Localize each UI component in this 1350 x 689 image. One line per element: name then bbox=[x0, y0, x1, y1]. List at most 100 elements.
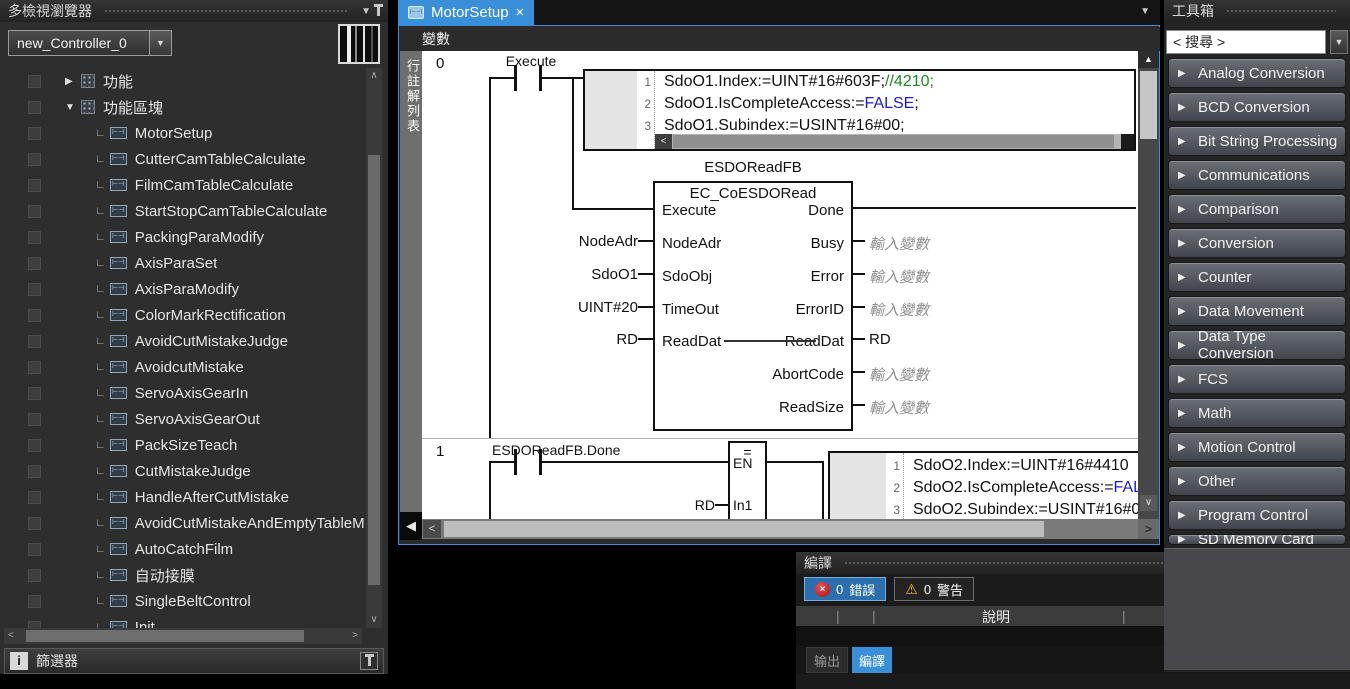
ladder-canvas[interactable]: 0 Execute 1 2 3 SdoO1.Index:=UINT#16#603… bbox=[422, 51, 1138, 519]
errors-filter-button[interactable]: × 0 錯誤 bbox=[804, 577, 886, 601]
tree-item-group[interactable]: ▼功能區塊 bbox=[0, 94, 364, 120]
tree-checkbox[interactable] bbox=[28, 335, 41, 348]
eq-in1-operand[interactable]: RD bbox=[642, 497, 715, 513]
tree-checkbox[interactable] bbox=[28, 595, 41, 608]
scrollbar-thumb[interactable] bbox=[1140, 71, 1157, 139]
tree-checkbox[interactable] bbox=[28, 205, 41, 218]
column-description[interactable]: 說明 bbox=[936, 607, 1056, 627]
tab-build[interactable]: 編譯 bbox=[852, 647, 892, 673]
fb-output-operand[interactable]: RD bbox=[869, 331, 891, 348]
fb-output-operand-placeholder[interactable]: 輸入變數 bbox=[869, 397, 929, 418]
tree-item[interactable]: ∟⊢⊣ColorMarkRectification bbox=[0, 302, 364, 328]
tree-item[interactable]: ∟⊢⊣CutMistakeJudge bbox=[0, 458, 364, 484]
contact-symbol[interactable] bbox=[514, 449, 517, 475]
fb-instance-name[interactable]: ESDOReadFB bbox=[653, 159, 853, 176]
fb-output-operand-placeholder[interactable]: 輸入變數 bbox=[869, 266, 929, 287]
tab-close-icon[interactable]: × bbox=[516, 4, 525, 21]
toolbox-category-fcs[interactable]: ▶FCS bbox=[1168, 364, 1346, 394]
eq-function-block[interactable]: = EN In1 bbox=[728, 441, 767, 519]
fb-output-operand-placeholder[interactable]: 輸入變數 bbox=[869, 364, 929, 385]
toolbox-category-other[interactable]: ▶Other bbox=[1168, 466, 1346, 496]
tree-item[interactable]: ∟⊢⊣AvoidcutMistake bbox=[0, 354, 364, 380]
toolbox-category-conversion[interactable]: ▶Conversion bbox=[1168, 228, 1346, 258]
toolbox-search-dropdown-icon[interactable]: ▼ bbox=[1330, 30, 1348, 54]
tree-item[interactable]: ∟⊢⊣ServoAxisGearIn bbox=[0, 380, 364, 406]
tree-checkbox[interactable] bbox=[28, 309, 41, 322]
tree-item[interactable]: ∟⊢⊣自动接膜 bbox=[0, 562, 364, 588]
scrollbar-thumb[interactable] bbox=[26, 630, 304, 642]
tree-item[interactable]: ∟⊢⊣AutoCatchFilm bbox=[0, 536, 364, 562]
filter-bar[interactable]: i 篩選器 bbox=[4, 648, 384, 674]
tree-checkbox[interactable] bbox=[28, 413, 41, 426]
fb-output-pin[interactable]: Done bbox=[808, 202, 844, 219]
tree-item[interactable]: ∟⊢⊣SingleBeltControl bbox=[0, 588, 364, 614]
tree-item[interactable]: ∟⊢⊣CutterCamTableCalculate bbox=[0, 146, 364, 172]
toolbox-category-program-control[interactable]: ▶Program Control bbox=[1168, 500, 1346, 530]
st-horizontal-scrollbar[interactable]: < bbox=[655, 134, 1134, 149]
fb-output-pin[interactable]: ReadSize bbox=[779, 399, 844, 416]
tab-motorsetup[interactable]: ⊢⊣ MotorSetup × bbox=[398, 0, 534, 25]
toolbox-category-comparison[interactable]: ▶Comparison bbox=[1168, 194, 1346, 224]
fb-output-operand-placeholder[interactable]: 輸入變數 bbox=[869, 233, 929, 254]
eq-in1-pin[interactable]: In1 bbox=[733, 497, 752, 513]
tree-item[interactable]: ∟⊢⊣AxisParaModify bbox=[0, 276, 364, 302]
scroll-left-icon[interactable]: < bbox=[8, 628, 14, 644]
fb-output-pin[interactable]: ErrorID bbox=[796, 301, 844, 318]
toolbox-category-bcd-conversion[interactable]: ▶BCD Conversion bbox=[1168, 92, 1346, 122]
tree-checkbox[interactable] bbox=[28, 361, 41, 374]
scroll-right-icon[interactable]: > bbox=[1138, 519, 1159, 539]
tree-checkbox[interactable] bbox=[28, 491, 41, 504]
explorer-pin-icon[interactable] bbox=[377, 7, 380, 16]
rung-number[interactable]: 1 bbox=[436, 443, 444, 460]
toolbox-category-motion-control[interactable]: ▶Motion Control bbox=[1168, 432, 1346, 462]
contact-symbol[interactable] bbox=[514, 65, 517, 91]
tree-checkbox[interactable] bbox=[28, 465, 41, 478]
fb-output-pin[interactable]: Error bbox=[811, 268, 844, 285]
scroll-up-icon[interactable]: ▲ bbox=[1138, 51, 1159, 68]
tree-item[interactable]: ∟⊢⊣Init bbox=[0, 614, 364, 628]
tree-checkbox[interactable] bbox=[28, 387, 41, 400]
inline-st-box[interactable]: 1 2 3 SdoO1.Index:=UINT#16#603F;//4210; … bbox=[583, 69, 1136, 151]
scrollbar-thumb[interactable] bbox=[673, 135, 1114, 148]
scroll-left-icon[interactable]: < bbox=[655, 134, 672, 149]
fb-output-operand-placeholder[interactable]: 輸入變數 bbox=[869, 299, 929, 320]
tree-checkbox[interactable] bbox=[28, 179, 41, 192]
scrollbar-thumb[interactable] bbox=[444, 521, 1044, 537]
editor-horizontal-scrollbar[interactable]: < bbox=[422, 519, 1138, 539]
inline-st-box[interactable]: 1 2 3 SdoO2.Index:=UINT#16#4410 SdoO2.Is… bbox=[828, 451, 1138, 519]
st-code[interactable]: SdoO1.Index:=UINT#16#603F;//4210; SdoO1.… bbox=[655, 71, 1134, 149]
explorer-horizontal-scrollbar[interactable]: < > bbox=[4, 628, 362, 644]
fb-input-pin[interactable]: Execute bbox=[662, 202, 716, 219]
expander-icon[interactable]: ▼ bbox=[65, 102, 81, 113]
tree-checkbox[interactable] bbox=[28, 621, 41, 629]
scroll-down-icon[interactable]: ∨ bbox=[1140, 495, 1157, 511]
tree-item[interactable]: ∟⊢⊣PackingParaModify bbox=[0, 224, 364, 250]
fb-input-pin[interactable]: NodeAdr bbox=[662, 235, 721, 252]
tab-list-dropdown-icon[interactable]: ▼ bbox=[1140, 6, 1150, 17]
line-comment-strip[interactable]: 行註解列表 bbox=[400, 51, 422, 512]
tree-checkbox[interactable] bbox=[28, 439, 41, 452]
fb-input-operand[interactable]: SdoO1 bbox=[522, 266, 638, 283]
tree-checkbox[interactable] bbox=[28, 127, 41, 140]
fb-output-pin[interactable]: AbortCode bbox=[772, 366, 844, 383]
controller-select[interactable]: new_Controller_0 ▼ bbox=[8, 30, 172, 56]
collapse-left-icon[interactable]: ◀ bbox=[400, 512, 422, 540]
tree-checkbox[interactable] bbox=[28, 543, 41, 556]
fb-input-operand[interactable]: UINT#20 bbox=[522, 299, 638, 316]
toolbox-search-input[interactable] bbox=[1166, 30, 1326, 54]
warnings-filter-button[interactable]: ⚠ 0 警告 bbox=[894, 577, 974, 601]
tree-checkbox[interactable] bbox=[28, 231, 41, 244]
fb-output-pin[interactable]: Busy bbox=[811, 235, 844, 252]
toolbox-category-counter[interactable]: ▶Counter bbox=[1168, 262, 1346, 292]
scroll-down-icon[interactable]: ∨ bbox=[366, 612, 382, 628]
expander-icon[interactable]: ▶ bbox=[65, 76, 81, 87]
tree-item[interactable]: ∟⊢⊣HandleAfterCutMistake bbox=[0, 484, 364, 510]
variables-bar[interactable]: 變數 bbox=[400, 27, 1160, 51]
fb-input-operand[interactable]: NodeAdr bbox=[522, 233, 638, 250]
tree-checkbox[interactable] bbox=[28, 283, 41, 296]
tree-item[interactable]: ∟⊢⊣FilmCamTableCalculate bbox=[0, 172, 364, 198]
toolbox-category-data-movement[interactable]: ▶Data Movement bbox=[1168, 296, 1346, 326]
tree-item[interactable]: ∟⊢⊣PackSizeTeach bbox=[0, 432, 364, 458]
toolbox-category-sd-memory-card[interactable]: ▶SD Memory Card bbox=[1168, 534, 1346, 545]
fb-input-pin[interactable]: TimeOut bbox=[662, 301, 719, 318]
